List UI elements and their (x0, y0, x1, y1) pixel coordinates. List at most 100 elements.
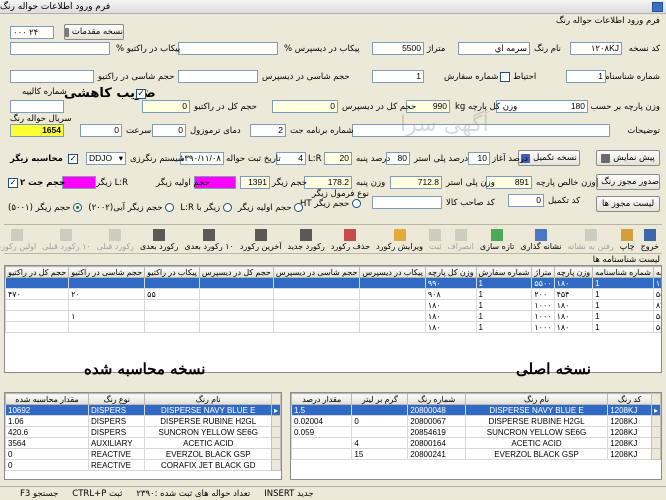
radio-ht-button[interactable] (351, 199, 361, 208)
table-cell[interactable]: ۹۰۸ (424, 288, 477, 300)
table-cell[interactable]: 1 (592, 299, 654, 311)
toolbar-button[interactable]: ثبت (426, 225, 445, 253)
table-cell[interactable]: 0 (351, 415, 409, 427)
nam-rang-field[interactable]: سرمه اي (458, 42, 530, 55)
table-cell[interactable] (359, 299, 426, 311)
table-cell[interactable]: ACETIC ACID (464, 437, 609, 449)
table-cell[interactable]: DISPERSE RUBINE H2GL (464, 415, 609, 427)
table-cell[interactable] (144, 299, 200, 311)
table-cell[interactable]: ۲۰ (68, 288, 146, 300)
table-cell[interactable]: ۱۰۰۰ (531, 310, 555, 322)
radio-ht[interactable]: حجم زیگر HT (300, 199, 361, 209)
toolbar-button[interactable]: نشانه گذاری (517, 225, 564, 253)
table-cell[interactable] (359, 310, 426, 322)
table-row[interactable]: ۸۷۱۲TJ1۱۸۰۱۰۰۰1۱۸۰ (5, 299, 661, 311)
table-cell[interactable]: ۸۷۱۲TJ (652, 299, 661, 311)
table-cell[interactable]: ۱۰۰۰ (531, 299, 555, 311)
table-cell[interactable]: 0.02004 (291, 415, 353, 427)
table-cell[interactable]: ۵۵۲۳TJ (652, 310, 661, 322)
table-cell[interactable]: 1 (592, 310, 654, 322)
table-cell[interactable]: DISPERS (87, 404, 146, 416)
table-cell[interactable]: 1208KJ (607, 415, 652, 427)
table-cell[interactable]: 4 (351, 437, 409, 449)
table-cell[interactable] (5, 310, 70, 322)
table-cell[interactable] (198, 277, 274, 289)
damaye-field[interactable]: 0 (152, 124, 186, 137)
nuskhe-moqadamat-button[interactable]: نسخه مقدمات (64, 24, 124, 40)
table-row[interactable]: 1208KJ ACETIC ACID 20800164 4 (291, 437, 661, 449)
table-cell[interactable] (272, 288, 361, 300)
table-cell[interactable]: 20800164 (407, 437, 466, 449)
table-cell[interactable]: 0.059 (291, 426, 353, 438)
column-header[interactable]: حجم شاسی در راکتیو (68, 266, 146, 278)
column-header[interactable]: مقدار درصد (291, 393, 353, 405)
table-row[interactable]: SUNCRON YELLOW SE6G DISPERS 420.6 (5, 426, 281, 438)
table-cell[interactable]: 1208KJ (607, 437, 652, 449)
table-row[interactable]: ACETIC ACID AUXILIARY 3564 (5, 437, 281, 449)
table-row[interactable]: EVERZOL BLACK GSP REACTIVE 0 (5, 448, 281, 460)
column-header[interactable]: نوع رنگ (87, 393, 146, 405)
column-header[interactable]: مقدار محاسبه شده (5, 393, 89, 405)
table-cell[interactable]: 1 (592, 288, 654, 300)
table-cell[interactable]: ۱۸۰ (553, 299, 594, 311)
table-cell[interactable]: 1.5 (291, 404, 353, 416)
table-row[interactable]: ▸ 1208KJ DISPERSE NAVY BLUE E 20800048 1.5 (291, 404, 661, 416)
table-row[interactable]: ۵۵۲۲TJ1۴۵۴۲۰۰1۹۰۸۵۵۲۰۴۷۰ (5, 288, 661, 300)
original-grid[interactable]: کد رنگ نام رنگ شماره رنگ گرم بر لیتر مقدار د… (290, 392, 662, 480)
table-cell[interactable]: SUNCRON YELLOW SE6G (144, 426, 272, 438)
table-cell[interactable]: 20800241 (407, 448, 466, 460)
table-cell[interactable] (68, 321, 146, 333)
table-cell[interactable] (5, 299, 70, 311)
column-header[interactable]: نام رنگ (144, 393, 272, 405)
toolbar-button[interactable]: رکورد قبلی (94, 225, 137, 253)
ehtiyat-checkbox[interactable] (500, 72, 510, 82)
shomare-kalaye-field[interactable] (10, 100, 64, 113)
table-cell[interactable]: CORAFIX JET BLACK GD (144, 459, 272, 471)
table-cell[interactable]: DISPERSE RUBINE H2GL (144, 415, 272, 427)
table-cell[interactable]: 1 (475, 299, 533, 311)
table-cell[interactable]: EVERZOL BLACK GSP (144, 448, 272, 460)
table-cell[interactable]: ۵۵۲۲TJ (652, 288, 661, 300)
column-header[interactable]: نام رنگ (464, 393, 609, 405)
column-header[interactable]: پیکاب در دیسپرس (359, 266, 426, 278)
table-cell[interactable]: 1 (475, 277, 533, 289)
toolbar-button[interactable]: ۱۰ رکورد بعدی (181, 225, 236, 253)
table-cell[interactable]: REACTIVE (87, 459, 146, 471)
table-cell[interactable] (359, 277, 426, 289)
table-cell[interactable]: SUNCRON YELLOW SE6G (464, 426, 609, 438)
table-cell[interactable]: 1 (475, 321, 533, 333)
table-cell[interactable]: ۱۸۰ (424, 299, 477, 311)
table-cell[interactable] (144, 310, 200, 322)
table-cell[interactable]: 1 (592, 277, 654, 289)
radio-option-4[interactable]: حجم اولیه زیگر (238, 203, 304, 213)
table-cell[interactable] (359, 321, 426, 333)
table-row[interactable]: CORAFIX JET BLACK GD REACTIVE 0 (5, 459, 281, 471)
table-cell[interactable]: 20854619 (407, 426, 466, 438)
column-header[interactable]: وزن کل پارچه (424, 266, 477, 278)
table-cell[interactable]: 1.06 (5, 415, 89, 427)
table-cell[interactable]: ۱۸۰ (553, 277, 594, 289)
column-header[interactable]: حجم کل در راکتیو (5, 266, 70, 278)
top-left-number-field[interactable]: ۰۰۰ ۲۴ (10, 26, 54, 39)
column-header[interactable]: متراژ (531, 266, 555, 278)
table-cell[interactable]: ۱۰۰۰ (531, 321, 555, 333)
shomare-sefaresh-field[interactable]: 1 (372, 70, 424, 83)
column-header[interactable]: شماره سفارش (475, 266, 533, 278)
table-cell[interactable] (291, 448, 353, 460)
table-cell[interactable]: ۱۲۰۸KJ (652, 277, 661, 289)
toolbar-button[interactable]: رفتن به نشانه (565, 225, 617, 253)
table-row[interactable]: ۵۵۲۳TJ1۱۸۰۱۰۰۰1۱۸۰ (5, 321, 661, 333)
table-cell[interactable]: ۴۷۰ (5, 288, 70, 300)
sodur-button[interactable]: صدور مجوز رنگ (596, 174, 660, 190)
table-cell[interactable] (68, 277, 146, 289)
table-cell[interactable] (68, 299, 146, 311)
pikab-reactive-field[interactable] (10, 42, 110, 55)
kod-takmil-field[interactable]: 0 (508, 194, 544, 207)
table-cell[interactable]: ۱۸۰ (553, 310, 594, 322)
table-cell[interactable] (198, 299, 274, 311)
table-cell[interactable]: ۱ (68, 310, 146, 322)
calculated-grid[interactable]: نام رنگ نوع رنگ مقدار محاسبه شده ▸ DISPERSE … (4, 392, 282, 480)
table-cell[interactable]: DISPERS (87, 426, 146, 438)
toolbar-button[interactable]: چاپ (617, 225, 638, 253)
table-cell[interactable]: ۲۰۰ (531, 288, 555, 300)
